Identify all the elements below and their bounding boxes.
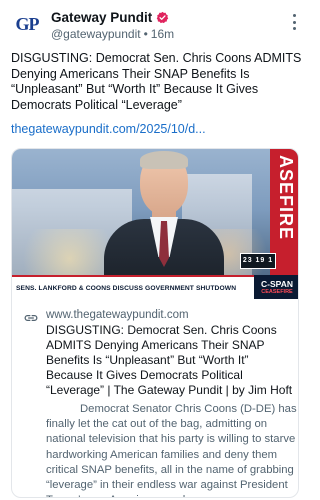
domain-row: www.thegatewaypundit.com bbox=[22, 308, 290, 322]
senator-figure bbox=[104, 151, 224, 289]
preview-image[interactable]: ASEFIRE 23 19 1 SENS. LANKFORD & COONS D… bbox=[12, 149, 298, 299]
post-header: GP Gateway Pundit @gatewaypundit • 16m bbox=[11, 8, 303, 42]
card-domain[interactable]: www.thegatewaypundit.com bbox=[46, 309, 189, 321]
author-meta: @gatewaypundit • 16m bbox=[51, 27, 174, 41]
author-name[interactable]: Gateway Pundit bbox=[51, 10, 152, 25]
network-subtitle: CEASEFIRE bbox=[261, 288, 293, 295]
meta-separator: • bbox=[143, 27, 148, 41]
link-icon bbox=[24, 310, 38, 321]
network-logo: C-SPAN CEASEFIRE bbox=[254, 275, 298, 299]
avatar[interactable]: GP bbox=[11, 8, 43, 40]
author-handle[interactable]: @gatewaypundit bbox=[51, 27, 141, 41]
verified-badge-icon bbox=[156, 11, 169, 24]
post-time[interactable]: 16m bbox=[151, 27, 174, 41]
post-text: DISGUSTING: Democrat Sen. Chris Coons AD… bbox=[11, 51, 302, 112]
author-info: Gateway Pundit @gatewaypundit • 16m bbox=[51, 9, 174, 42]
countdown-value: 23 19 1 bbox=[242, 257, 274, 264]
network-name: C-SPAN bbox=[261, 278, 293, 289]
more-vertical-icon[interactable] bbox=[291, 14, 297, 30]
card-description: Democrat Senator Chris Coons (D-DE) has … bbox=[46, 403, 297, 497]
post[interactable]: GP Gateway Pundit @gatewaypundit • 16m D… bbox=[0, 0, 311, 500]
backdrop-text: ASEFIRE bbox=[276, 155, 296, 241]
card-body: www.thegatewaypundit.com DISGUSTING: Dem… bbox=[12, 300, 298, 497]
countdown-clock: 23 19 1 bbox=[240, 253, 276, 269]
chyron-banner: SENS. LANKFORD & COONS DISCUSS GOVERNMEN… bbox=[12, 275, 254, 299]
news-chyron: SENS. LANKFORD & COONS DISCUSS GOVERNMEN… bbox=[12, 275, 298, 299]
link-preview-card[interactable]: ASEFIRE 23 19 1 SENS. LANKFORD & COONS D… bbox=[11, 148, 299, 498]
card-title[interactable]: DISGUSTING: Democrat Sen. Chris Coons AD… bbox=[46, 323, 296, 398]
chyron-text: SENS. LANKFORD & COONS DISCUSS GOVERNMEN… bbox=[16, 284, 237, 292]
post-link[interactable]: thegatewaypundit.com/2025/10/d... bbox=[11, 122, 303, 137]
author-name-row: Gateway Pundit bbox=[51, 9, 174, 25]
avatar-logo: GP bbox=[15, 13, 40, 34]
